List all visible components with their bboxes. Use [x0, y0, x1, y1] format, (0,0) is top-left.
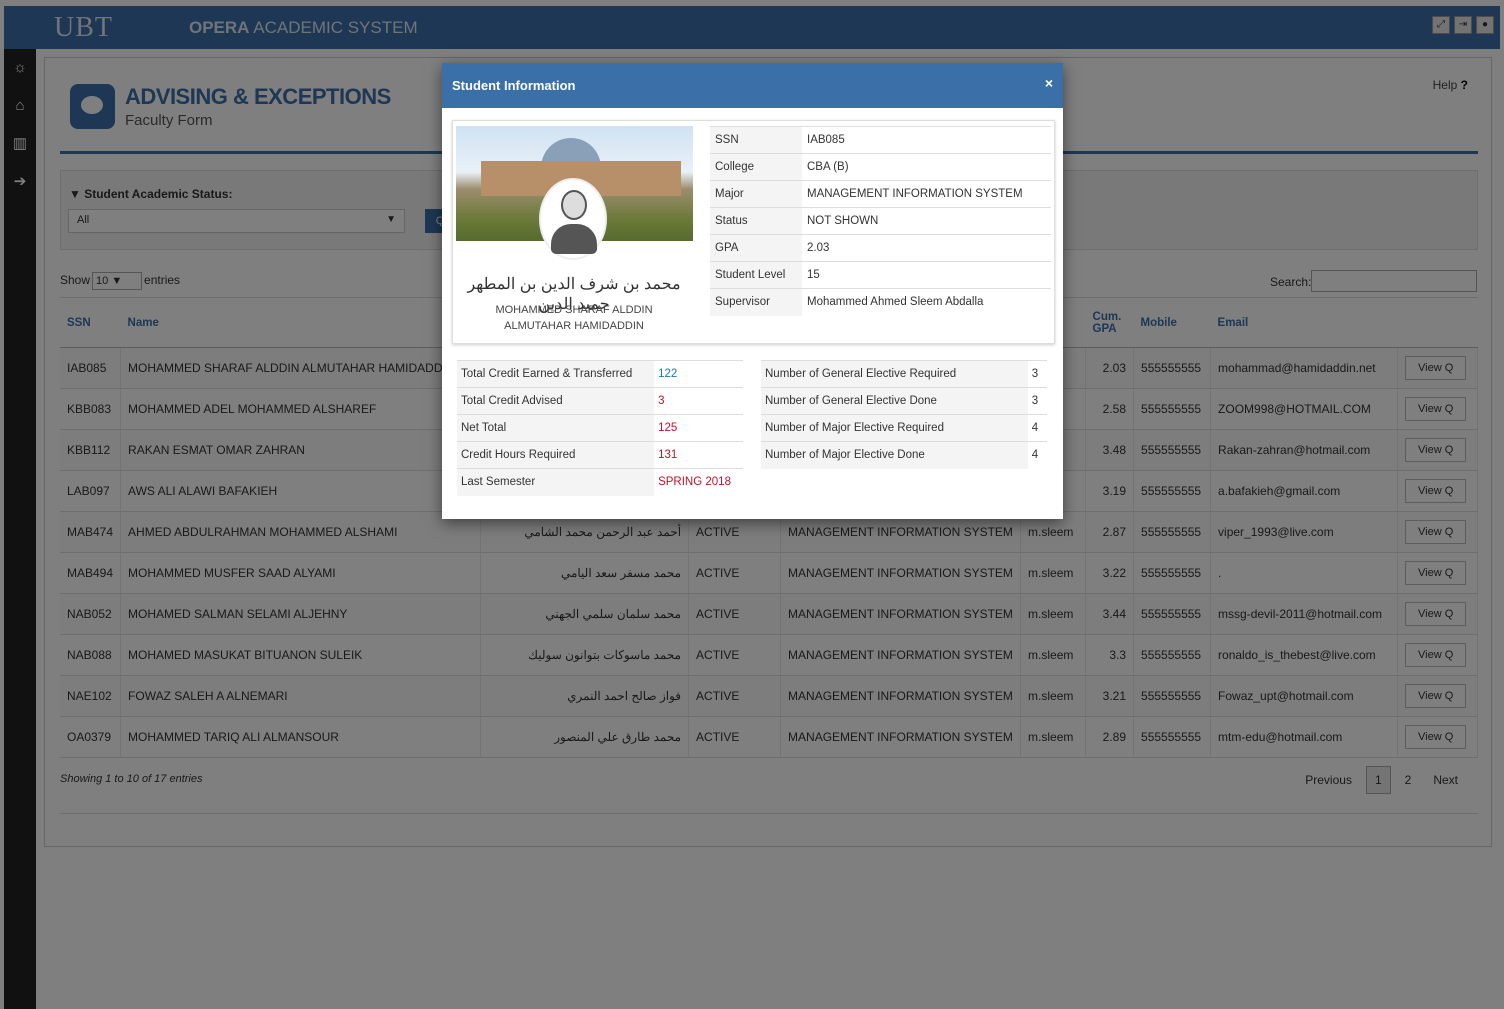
stat-value: 4	[1027, 441, 1047, 469]
info-row: SSN IAB085	[710, 126, 1051, 154]
info-row: College CBA (B)	[710, 153, 1051, 181]
student-info-modal: Student Information × محمد بن شرف الدين …	[442, 63, 1063, 519]
stat-row: Number of General Elective Required 3	[761, 360, 1047, 388]
modal-title: Student Information	[452, 78, 576, 93]
stat-value: 4	[1027, 414, 1047, 442]
stat-label: Credit Hours Required	[457, 441, 655, 469]
stat-label: Number of General Elective Done	[761, 387, 1028, 415]
stat-label: Number of Major Elective Done	[761, 441, 1028, 469]
credit-stats-table: Total Credit Earned & Transferred 122 Tota…	[457, 360, 743, 496]
stat-row: Total Credit Advised 3	[457, 387, 743, 415]
info-row: GPA 2.03	[710, 234, 1051, 262]
info-value: Mohammed Ahmed Sleem Abdalla	[802, 288, 1051, 316]
info-row: Student Level 15	[710, 261, 1051, 289]
info-value: CBA (B)	[802, 153, 1051, 181]
stat-label: Total Credit Advised	[457, 387, 655, 415]
stat-value: 122	[654, 360, 743, 388]
info-value: 2.03	[802, 234, 1051, 262]
info-row: Major MANAGEMENT INFORMATION SYSTEM	[710, 180, 1051, 208]
stat-row: Number of General Elective Done 3	[761, 387, 1047, 415]
stat-row: Total Credit Earned & Transferred 122	[457, 360, 743, 388]
info-row: Status NOT SHOWN	[710, 207, 1051, 235]
stat-label: Total Credit Earned & Transferred	[457, 360, 655, 388]
student-info-table: SSN IAB085 College CBA (B) Major MANAGEMENT I…	[710, 126, 1051, 316]
info-key: Student Level	[710, 261, 802, 289]
close-icon[interactable]: ×	[1045, 75, 1053, 91]
stat-row: Number of Major Elective Done 4	[761, 441, 1047, 469]
stat-label: Number of Major Elective Required	[761, 414, 1028, 442]
stat-label: Last Semester	[457, 468, 655, 496]
info-value: NOT SHOWN	[802, 207, 1051, 235]
info-row: Supervisor Mohammed Ahmed Sleem Abdalla	[710, 288, 1051, 316]
info-key: GPA	[710, 234, 802, 262]
stat-value: 3	[654, 387, 743, 415]
info-value: 15	[802, 261, 1051, 289]
info-key: Supervisor	[710, 288, 802, 316]
stat-value: 3	[1027, 360, 1047, 388]
info-value: MANAGEMENT INFORMATION SYSTEM	[802, 180, 1051, 208]
stat-row: Number of Major Elective Required 4	[761, 414, 1047, 442]
student-avatar	[539, 178, 607, 260]
info-key: Status	[710, 207, 802, 235]
stat-value: SPRING 2018	[654, 468, 743, 496]
stat-row: Net Total 125	[457, 414, 743, 442]
stat-label: Number of General Elective Required	[761, 360, 1028, 388]
student-card: محمد بن شرف الدين بن المطهر حميد الدين M…	[452, 120, 1055, 344]
student-name-english: MOHAMMED SHARAF ALDDIN ALMUTAHAR HAMIDAD…	[495, 304, 653, 332]
stat-value: 131	[654, 441, 743, 469]
elective-stats-table: Number of General Elective Required 3 Numb…	[761, 360, 1047, 469]
modal-header: Student Information ×	[442, 63, 1063, 108]
stat-value: 125	[654, 414, 743, 442]
stat-row: Last Semester SPRING 2018	[457, 468, 743, 496]
stat-row: Credit Hours Required 131	[457, 441, 743, 469]
stat-value: 3	[1027, 387, 1047, 415]
info-key: College	[710, 153, 802, 181]
info-value: IAB085	[802, 126, 1051, 154]
stat-label: Net Total	[457, 414, 655, 442]
info-key: SSN	[710, 126, 802, 154]
info-key: Major	[710, 180, 802, 208]
